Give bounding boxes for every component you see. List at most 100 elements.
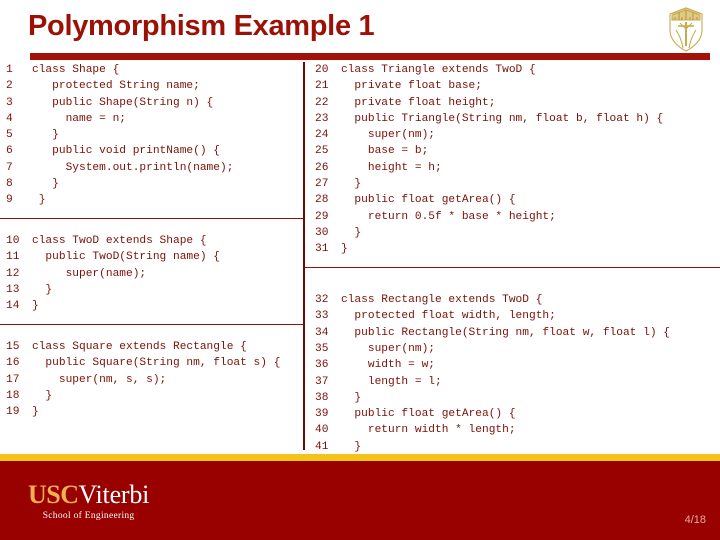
block-gap [305,268,720,292]
block-gap [0,315,303,324]
code-text: class Rectangle extends TwoD { [341,294,543,307]
code-line: 27 } [305,176,720,192]
line-number: 27 [315,178,329,191]
code-line: 13 } [0,282,303,298]
code-line: 21 private float base; [305,78,720,94]
line-number: 28 [315,194,329,207]
line-number: 13 [6,284,20,297]
code-text: super(nm); [341,342,435,355]
footer-bar: USCViterbi School of Engineering 4/18 [0,461,720,540]
code-text: } [341,440,362,453]
code-text: width = w; [341,359,435,372]
code-text: } [32,178,59,191]
logo-usc-text: USC [28,480,79,509]
code-line: 25 base = b; [305,143,720,159]
logo-subtitle: School of Engineering [42,511,135,521]
code-text: public float getArea() { [341,408,516,421]
code-text: System.out.println(name); [32,161,234,174]
line-number: 40 [315,424,329,437]
code-line: 34 public Rectangle(String nm, float w, … [305,325,720,341]
code-line: 11 public TwoD(String name) { [0,249,303,265]
code-text: } [32,406,39,419]
code-line: 18 } [0,388,303,404]
line-number: 6 [6,145,13,158]
line-number: 20 [315,64,329,76]
code-line: 12 super(name); [0,266,303,282]
code-text: } [341,243,348,256]
line-number: 36 [315,359,329,372]
code-line: 22 private float height; [305,95,720,111]
line-number: 16 [6,357,20,370]
block-gap [305,258,720,267]
code-text: super(nm); [341,129,435,142]
code-text: public Square(String nm, float s) { [32,357,281,370]
line-number: 15 [6,341,20,354]
code-line: 17 super(nm, s, s); [0,372,303,388]
code-text: } [341,391,362,404]
line-number: 30 [315,226,329,239]
code-column-right: 20 class Triangle extends TwoD {21 privat… [305,62,720,471]
line-number: 19 [6,406,20,419]
line-number: 10 [6,235,20,248]
code-text: } [32,194,46,207]
code-text: public Shape(String n) { [32,96,214,109]
line-number: 12 [6,267,20,280]
block-gap [0,325,303,339]
line-number: 35 [315,342,329,355]
code-text: } [32,390,53,403]
line-number: 26 [315,161,329,174]
code-line: 6 public void printName() { [0,143,303,159]
line-number: 38 [315,391,329,404]
code-text: } [341,226,362,239]
code-line: 28 public float getArea() { [305,192,720,208]
code-line: 31} [305,241,720,257]
slide: Polymorphism Example 1 1 class Shape { 2 p… [0,0,720,540]
code-text: return 0.5f * base * height; [341,210,556,223]
code-line: 32 class Rectangle extends TwoD { [305,292,720,308]
code-line: 1 class Shape { [0,62,303,78]
code-text: protected String name; [32,80,200,93]
code-text: super(nm, s, s); [32,373,167,386]
code-text: class TwoD extends Shape { [32,235,207,248]
line-number: 17 [6,373,20,386]
line-number: 31 [315,243,329,256]
line-number: 24 [315,129,329,142]
code-text: public Rectangle(String nm, float w, flo… [341,326,670,339]
line-number: 14 [6,300,20,313]
usc-viterbi-logo: USCViterbi School of Engineering [28,481,149,522]
line-number: 7 [6,161,13,174]
logo-wordmark: USCViterbi [28,481,149,509]
page-title: Polymorphism Example 1 [28,10,375,42]
code-line: 20 class Triangle extends TwoD { [305,62,720,78]
code-text: public TwoD(String name) { [32,251,220,264]
code-line: 19} [0,404,303,420]
code-line: 39 public float getArea() { [305,406,720,422]
code-line: 41 } [305,439,720,455]
code-text: public float getArea() { [341,194,516,207]
code-line: 7 System.out.println(name); [0,160,303,176]
line-number: 3 [6,96,13,109]
line-number: 11 [6,251,20,264]
line-number: 2 [6,80,13,93]
line-number: 23 [315,112,329,125]
logo-viterbi-text: Viterbi [78,480,150,509]
line-number: 21 [315,80,329,93]
code-line: 38 } [305,390,720,406]
code-line: 33 protected float width, length; [305,308,720,324]
code-line: 35 super(nm); [305,341,720,357]
code-text: class Square extends Rectangle { [32,341,247,354]
code-line: 29 return 0.5f * base * height; [305,209,720,225]
line-number: 18 [6,390,20,403]
code-line: 3 public Shape(String n) { [0,95,303,111]
code-block: 20 class Triangle extends TwoD {21 privat… [305,62,720,258]
line-number: 8 [6,178,13,191]
line-number: 33 [315,310,329,323]
code-text: } [32,129,59,142]
code-line: 16 public Square(String nm, float s) { [0,355,303,371]
code-text: length = l; [341,375,442,388]
code-line: 14} [0,298,303,314]
block-gap [0,209,303,218]
code-listing-area: 1 class Shape { 2 protected String name; 3 … [0,62,720,469]
line-number: 1 [6,64,13,76]
code-block: 15 class Square extends Rectangle {16 pub… [0,339,303,420]
